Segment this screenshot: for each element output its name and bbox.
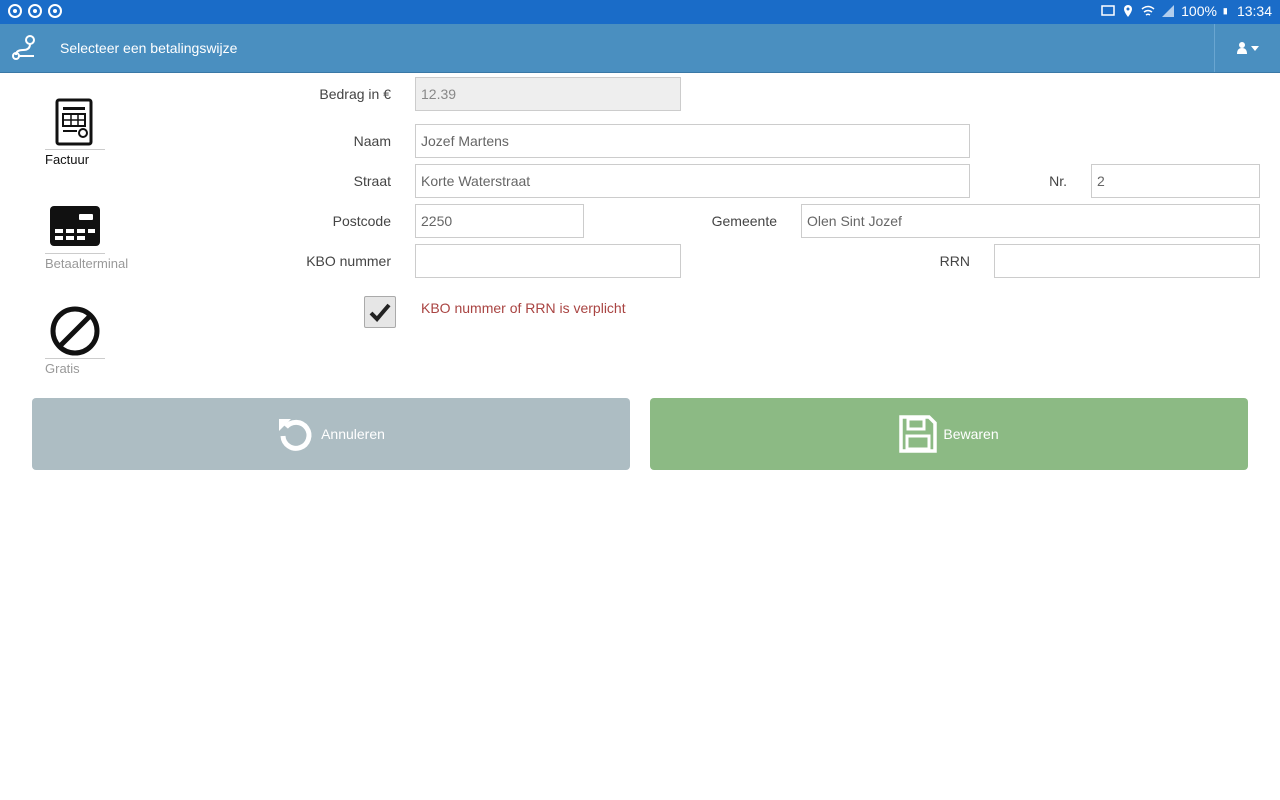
street-label: Straat [353, 173, 391, 189]
user-menu-button[interactable] [1214, 24, 1280, 72]
page-title: Selecteer een betalingswijze [60, 40, 238, 56]
rrn-input[interactable] [994, 244, 1260, 278]
location-icon [1124, 5, 1133, 17]
save-button[interactable]: Bewaren [650, 398, 1248, 470]
route-logo-icon[interactable] [10, 34, 38, 62]
required-checkbox[interactable] [364, 296, 396, 328]
postcode-input[interactable]: 2250 [415, 204, 584, 238]
nr-input[interactable]: 2 [1091, 164, 1260, 198]
notification-icon [28, 4, 42, 18]
wifi-icon [1141, 5, 1155, 16]
signal-icon [1162, 5, 1175, 17]
notification-icon [8, 4, 22, 18]
municipality-input[interactable]: Olen Sint Jozef [801, 204, 1260, 238]
caret-down-icon [1250, 45, 1259, 51]
cancel-button[interactable]: Annuleren [32, 398, 630, 470]
name-input[interactable]: Jozef Martens [415, 124, 970, 158]
method-icon-wrap [45, 303, 105, 359]
undo-icon [279, 419, 312, 451]
save-icon [899, 415, 938, 453]
notification-icon [48, 4, 62, 18]
status-bar: 100% 13:34 [0, 0, 1280, 24]
app-bar: Selecteer een betalingswijze [0, 24, 1280, 73]
cast-icon [1101, 5, 1115, 16]
battery-percent: 100% [1181, 3, 1217, 19]
card-terminal-icon [50, 205, 100, 246]
payment-method-betaalterminal[interactable]: Betaalterminal [45, 198, 129, 271]
municipality-label: Gemeente [711, 213, 777, 229]
system-status: 100% 13:34 [1101, 3, 1272, 19]
nr-label: Nr. [1049, 173, 1067, 189]
method-icon-wrap [45, 94, 105, 150]
street-input[interactable]: Korte Waterstraat [415, 164, 970, 198]
cancel-label: Annuleren [321, 426, 385, 442]
kbo-label: KBO nummer [306, 253, 391, 269]
notification-icons [8, 4, 62, 18]
payment-method-factuur[interactable]: Factuur [45, 94, 107, 167]
payment-method-gratis[interactable]: Gratis [45, 303, 107, 376]
checkmark-icon [369, 303, 391, 322]
amount-label: Bedrag in € [319, 86, 391, 102]
postcode-label: Postcode [332, 213, 391, 229]
method-label: Gratis [45, 361, 80, 376]
save-label: Bewaren [943, 426, 999, 442]
prohibited-icon [50, 306, 100, 355]
method-label: Factuur [45, 152, 90, 167]
rrn-label: RRN [939, 253, 970, 269]
name-label: Naam [353, 133, 391, 149]
kbo-input[interactable] [415, 244, 681, 278]
amount-field: 12.39 [415, 77, 681, 111]
invoice-icon [55, 98, 93, 145]
battery-icon [1223, 8, 1227, 15]
validation-warning: KBO nummer of RRN is verplicht [421, 300, 626, 316]
method-label: Betaalterminal [45, 256, 129, 271]
method-icon-wrap [45, 198, 105, 254]
clock: 13:34 [1236, 3, 1272, 19]
user-icon [1236, 42, 1247, 54]
